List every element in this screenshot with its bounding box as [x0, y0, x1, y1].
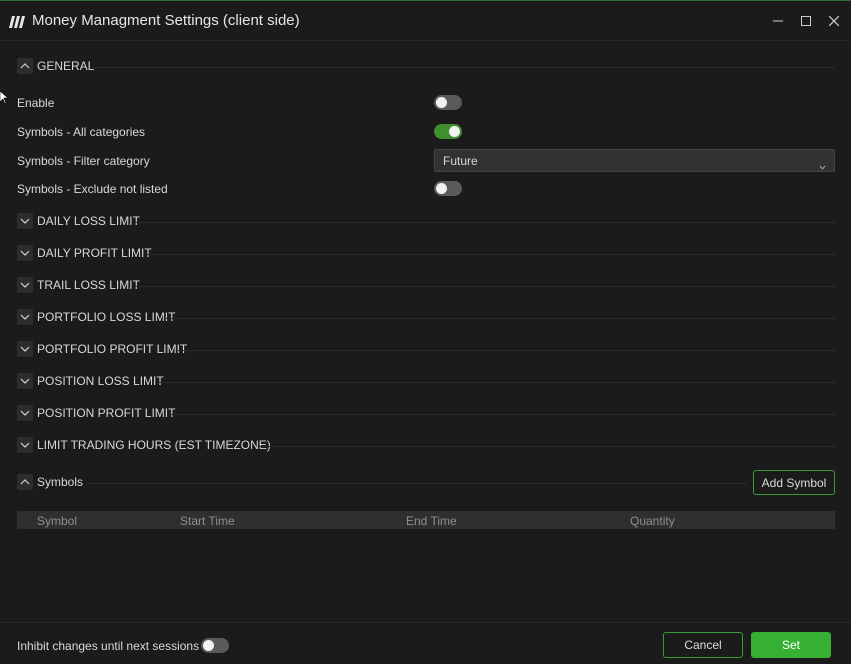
section-title: POSITION LOSS LIMIT [37, 374, 164, 388]
section-title: PORTFOLIO PROFIT LIMIT [37, 342, 188, 356]
symbols-table-header: Symbol Start Time End Time Quantity [17, 511, 835, 529]
app-logo-icon [9, 15, 25, 28]
enable-toggle[interactable] [434, 95, 462, 110]
title-bar[interactable]: Money Managment Settings (client side) [0, 1, 851, 41]
section-daily-loss-limit[interactable]: DAILY LOSS LIMIT [17, 213, 835, 231]
chevron-up-icon[interactable] [17, 58, 33, 74]
enable-label: Enable [17, 96, 55, 110]
filter-category-value: Future [443, 154, 478, 168]
section-portfolio-loss-limit[interactable]: PORTFOLIO LOSS LIMIT [17, 309, 835, 327]
section-position-profit-limit[interactable]: POSITION PROFIT LIMIT [17, 405, 835, 423]
section-divider [135, 222, 835, 223]
dialog-footer: Inhibit changes until next sessions Canc… [0, 622, 851, 664]
chevron-down-icon[interactable] [17, 245, 33, 261]
chevron-up-icon[interactable] [17, 474, 33, 490]
add-symbol-button[interactable]: Add Symbol [753, 470, 835, 495]
chevron-down-icon[interactable] [17, 437, 33, 453]
section-position-loss-limit[interactable]: POSITION LOSS LIMIT [17, 373, 835, 391]
toggle-knob [436, 183, 447, 194]
section-trail-loss-limit[interactable]: TRAIL LOSS LIMIT [17, 277, 835, 295]
section-daily-profit-limit[interactable]: DAILY PROFIT LIMIT [17, 245, 835, 263]
chevron-down-icon[interactable] [17, 405, 33, 421]
column-header-start-time[interactable]: Start Time [180, 514, 235, 528]
section-divider [166, 318, 835, 319]
filter-category-select[interactable]: Future [434, 149, 835, 172]
chevron-down-icon [819, 157, 826, 175]
section-title: DAILY PROFIT LIMIT [37, 246, 152, 260]
close-icon[interactable] [825, 11, 843, 31]
section-divider [178, 350, 835, 351]
section-divider [93, 67, 835, 68]
toggle-knob [436, 97, 447, 108]
symbols-exclude-not-listed-toggle[interactable] [434, 181, 462, 196]
maximize-icon[interactable] [797, 11, 815, 31]
section-title: TRAIL LOSS LIMIT [37, 278, 140, 292]
section-title: Symbols [37, 475, 84, 489]
inhibit-changes-toggle[interactable] [201, 638, 229, 653]
column-header-end-time[interactable]: End Time [406, 514, 457, 528]
section-divider [259, 446, 835, 447]
chevron-down-icon[interactable] [17, 277, 33, 293]
toggle-knob [203, 640, 214, 651]
section-divider [135, 286, 835, 287]
symbols-all-categories-toggle[interactable] [434, 124, 462, 139]
window-title: Money Managment Settings (client side) [32, 12, 300, 29]
section-divider [169, 414, 835, 415]
section-divider [87, 483, 747, 484]
set-button[interactable]: Set [751, 632, 831, 658]
section-title: PORTFOLIO LOSS LIMIT [37, 310, 176, 324]
symbols-all-categories-label: Symbols - All categories [17, 125, 146, 139]
money-management-settings-window: Money Managment Settings (client side) G… [0, 0, 851, 664]
section-limit-trading-hours[interactable]: LIMIT TRADING HOURS (EST TIMEZONE) [17, 437, 835, 455]
mouse-cursor-icon [0, 90, 9, 110]
section-divider [158, 382, 835, 383]
section-general-header[interactable]: GENERAL [17, 58, 835, 76]
section-symbols-header[interactable]: Symbols [17, 474, 747, 492]
section-divider [147, 254, 835, 255]
section-title: POSITION PROFIT LIMIT [37, 406, 176, 420]
cancel-button[interactable]: Cancel [663, 632, 743, 658]
section-title: LIMIT TRADING HOURS (EST TIMEZONE) [37, 438, 271, 452]
symbols-exclude-not-listed-label: Symbols - Exclude not listed [17, 182, 168, 196]
inhibit-changes-label: Inhibit changes until next sessions [17, 639, 200, 653]
toggle-knob [449, 126, 460, 137]
section-portfolio-profit-limit[interactable]: PORTFOLIO PROFIT LIMIT [17, 341, 835, 359]
column-header-quantity[interactable]: Quantity [630, 514, 675, 528]
chevron-down-icon[interactable] [17, 309, 33, 325]
chevron-down-icon[interactable] [17, 373, 33, 389]
chevron-down-icon[interactable] [17, 341, 33, 357]
minimize-icon[interactable] [769, 11, 787, 31]
section-title: DAILY LOSS LIMIT [37, 214, 140, 228]
section-title: GENERAL [37, 59, 95, 73]
column-header-symbol[interactable]: Symbol [37, 514, 77, 528]
chevron-down-icon[interactable] [17, 213, 33, 229]
symbols-filter-category-label: Symbols - Filter category [17, 154, 150, 168]
